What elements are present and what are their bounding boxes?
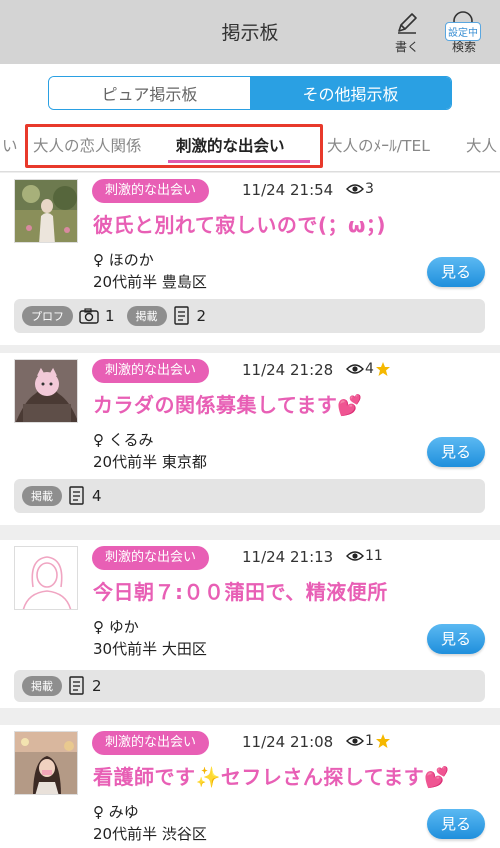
- view-count-value: 4: [365, 361, 374, 377]
- poster-name: ♀ くるみ: [93, 429, 153, 450]
- post-list-icon: [68, 676, 86, 696]
- view-post-button[interactable]: 見る: [427, 624, 485, 654]
- post-stats: 掲載 2: [14, 670, 485, 702]
- post-list-icon: [173, 306, 191, 326]
- search-settings-badge: 設定中: [445, 22, 481, 41]
- profile-pill: プロフ: [22, 306, 73, 326]
- gender-icon: ♀: [93, 618, 104, 636]
- view-count: 4: [346, 361, 391, 377]
- gender-icon: ♀: [93, 803, 104, 821]
- post-card[interactable]: 刺激的な出会い 11/24 21:13 11 今日朝７:００蒲田で、精液便所 ♀…: [0, 540, 500, 708]
- post-stats: プロフ 1 掲載 2: [14, 299, 485, 333]
- post-title[interactable]: カラダの関係募集してます💕: [93, 389, 363, 418]
- hearts-emoji-icon: 💕: [424, 765, 450, 789]
- avatar[interactable]: [14, 731, 78, 795]
- category-tab-adult-mail-tel[interactable]: 大人のﾒｰﾙ/TEL: [327, 134, 430, 156]
- search-button[interactable]: 検索 設定中: [441, 8, 487, 55]
- post-time: 11/24 21:54: [242, 181, 334, 199]
- avatar[interactable]: [14, 359, 78, 423]
- view-count-value: 3: [365, 181, 374, 197]
- post-card[interactable]: 刺激的な出会い 11/24 21:28 4 カラダの関係募集してます💕 ♀ くる…: [0, 353, 500, 525]
- view-post-button[interactable]: 見る: [427, 437, 485, 467]
- poster-name: ♀ ほのか: [93, 249, 154, 270]
- posted-pill: 掲載: [126, 306, 167, 326]
- post-title[interactable]: 彼氏と別れて寂しいので(；ω；): [93, 209, 386, 238]
- write-button[interactable]: 書く: [384, 8, 430, 55]
- category-badge: 刺激的な出会い: [92, 731, 210, 755]
- post-time: 11/24 21:28: [242, 361, 334, 379]
- avatar[interactable]: [14, 546, 78, 610]
- avatar[interactable]: [14, 179, 78, 243]
- poster-name: ♀ みゆ: [93, 801, 139, 822]
- poster-name-text: ゆか: [108, 618, 139, 636]
- poster-age-area: 30代前半 大田区: [93, 640, 207, 658]
- post-time: 11/24 21:13: [242, 548, 334, 566]
- poster-age-area: 20代前半 東京都: [93, 453, 207, 471]
- app-header: 掲示板 書く 検索 設定中: [0, 0, 500, 64]
- camera-icon: [79, 308, 99, 324]
- gender-icon: ♀: [93, 431, 104, 449]
- view-post-button[interactable]: 見る: [427, 257, 485, 287]
- post-time: 11/24 21:08: [242, 733, 334, 751]
- post-stats: 掲載 4: [14, 479, 485, 513]
- photo-count: 1: [105, 307, 115, 325]
- view-count: 3: [346, 181, 374, 197]
- post-title[interactable]: 今日朝７:００蒲田で、精液便所: [93, 576, 388, 605]
- board-toggle: ピュア掲示板 その他掲示板: [48, 76, 452, 110]
- view-count: 1: [346, 733, 391, 749]
- poster-age-area: 20代前半 豊島区: [93, 273, 207, 291]
- post-card[interactable]: 刺激的な出会い 11/24 21:08 1 看護師です✨セフレさん探してます💕 …: [0, 725, 500, 848]
- post-count: 4: [92, 487, 102, 505]
- view-post-button[interactable]: 見る: [427, 809, 485, 839]
- category-tab-next[interactable]: 大人: [466, 134, 497, 156]
- highlight-annotation-box: [25, 124, 323, 168]
- pencil-icon: [384, 8, 430, 38]
- post-count: 2: [92, 677, 102, 695]
- eye-icon: [346, 364, 364, 374]
- category-tab-prev[interactable]: い: [2, 134, 18, 156]
- eye-icon: [346, 551, 364, 561]
- poster-age-area: 20代前半 渋谷区: [93, 825, 207, 843]
- star-icon: [375, 362, 390, 376]
- eye-icon: [346, 736, 364, 746]
- post-title-text: 看護師です✨セフレさん探してます: [93, 765, 425, 789]
- posted-pill: 掲載: [22, 486, 62, 506]
- hearts-emoji-icon: 💕: [337, 393, 363, 417]
- category-badge: 刺激的な出会い: [92, 359, 210, 383]
- post-list-icon: [68, 486, 86, 506]
- view-count: 11: [346, 548, 383, 564]
- gender-icon: ♀: [93, 251, 104, 269]
- category-badge: 刺激的な出会い: [92, 546, 210, 570]
- eye-icon: [346, 184, 364, 194]
- category-badge: 刺激的な出会い: [92, 179, 210, 203]
- post-card[interactable]: 刺激的な出会い 11/24 21:54 3 彼氏と別れて寂しいので(；ω；) ♀…: [0, 173, 500, 345]
- posted-pill: 掲載: [22, 676, 62, 696]
- tab-pure-board[interactable]: ピュア掲示板: [49, 77, 250, 109]
- poster-name-text: くるみ: [108, 431, 154, 449]
- view-count-value: 1: [365, 733, 374, 749]
- post-count: 2: [196, 307, 207, 325]
- tab-other-board[interactable]: その他掲示板: [250, 77, 451, 109]
- write-label: 書く: [394, 40, 419, 54]
- poster-name: ♀ ゆか: [93, 616, 139, 637]
- post-title-text: カラダの関係募集してます: [93, 393, 338, 417]
- post-title[interactable]: 看護師です✨セフレさん探してます💕: [93, 761, 450, 790]
- star-icon: [375, 734, 390, 748]
- poster-name-text: ほのか: [108, 251, 154, 269]
- view-count-value: 11: [365, 548, 383, 564]
- poster-name-text: みゆ: [108, 803, 139, 821]
- board-toggle-area: ピュア掲示板 その他掲示板: [0, 64, 500, 120]
